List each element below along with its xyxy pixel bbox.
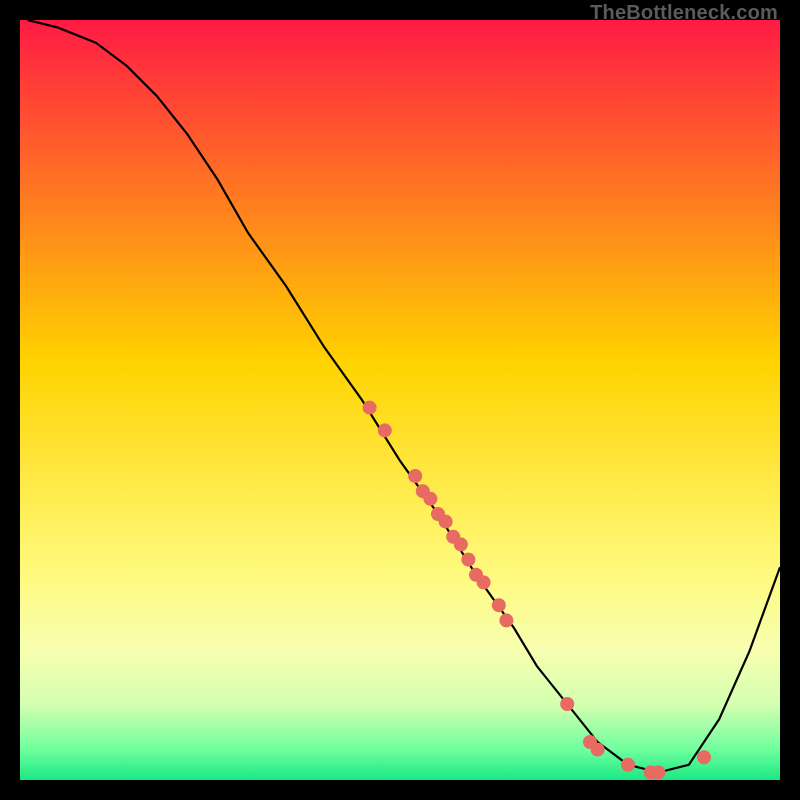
data-marker	[697, 750, 711, 764]
data-marker	[621, 758, 635, 772]
data-marker	[499, 613, 513, 627]
data-marker	[591, 743, 605, 757]
data-marker	[408, 469, 422, 483]
data-marker	[439, 515, 453, 529]
chart-frame	[20, 20, 780, 780]
data-marker	[378, 423, 392, 437]
data-marker	[423, 492, 437, 506]
data-marker	[363, 401, 377, 415]
data-marker	[492, 598, 506, 612]
data-marker	[560, 697, 574, 711]
data-marker	[454, 537, 468, 551]
data-marker	[461, 553, 475, 567]
gradient-background	[20, 20, 780, 780]
data-marker	[477, 575, 491, 589]
data-marker	[651, 765, 665, 779]
chart-svg	[20, 20, 780, 780]
watermark-text: TheBottleneck.com	[590, 2, 778, 25]
